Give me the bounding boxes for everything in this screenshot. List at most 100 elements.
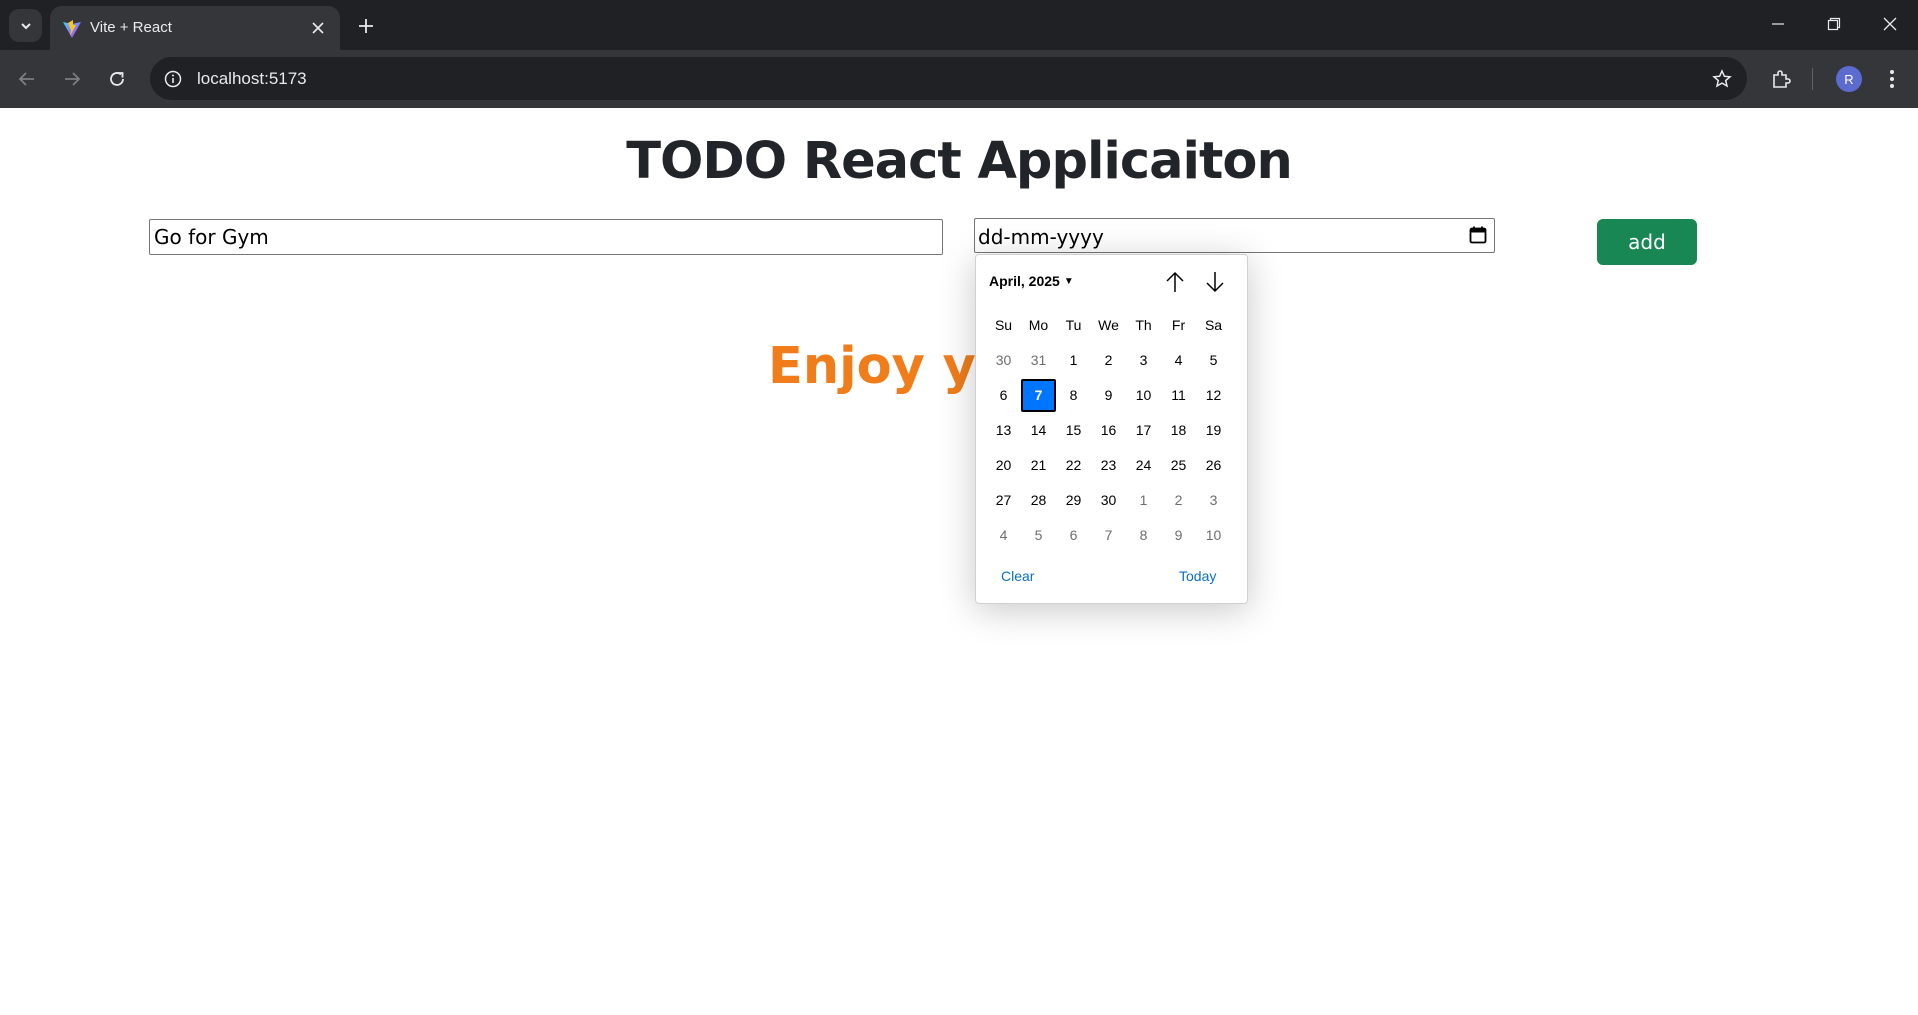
profile-avatar[interactable]: R: [1836, 66, 1862, 92]
close-tab-icon[interactable]: [308, 18, 328, 38]
today-button[interactable]: Today: [1179, 568, 1216, 584]
close-icon: [1883, 17, 1897, 31]
calendar-week-row: 27 28 29 30 1 2 3: [986, 483, 1231, 518]
restore-button[interactable]: [1806, 0, 1862, 48]
tab-search-button[interactable]: [9, 9, 42, 42]
calendar-day[interactable]: 10: [1196, 519, 1231, 552]
plus-icon: [359, 19, 373, 33]
add-button[interactable]: add: [1597, 219, 1697, 265]
calendar-day[interactable]: 6: [986, 379, 1021, 412]
site-info-icon[interactable]: [162, 68, 184, 90]
address-bar[interactable]: localhost:5173: [150, 57, 1747, 100]
calendar-day[interactable]: 27: [986, 484, 1021, 517]
calendar-day[interactable]: 1: [1126, 484, 1161, 517]
weekday-label: Su: [994, 317, 1013, 333]
calendar-week-row: 13 14 15 16 17 18 19: [986, 413, 1231, 448]
calendar-day[interactable]: 2: [1091, 344, 1126, 377]
calendar-day[interactable]: 9: [1161, 519, 1196, 552]
close-window-button[interactable]: [1862, 0, 1918, 48]
calendar-day[interactable]: 3: [1196, 484, 1231, 517]
minimize-button[interactable]: [1750, 0, 1806, 48]
calendar-day[interactable]: 3: [1126, 344, 1161, 377]
calendar-grid: Su Mo Tu We Th Fr Sa 30 31 1 2 3 4 5 6 7 8 9 10 11 12 13 14 15…: [986, 315, 1231, 553]
month-year-label: April, 2025: [989, 273, 1060, 289]
calendar-day[interactable]: 20: [986, 449, 1021, 482]
calendar-day[interactable]: 2: [1161, 484, 1196, 517]
date-placeholder: dd-mm-yyyy: [978, 225, 1104, 249]
forward-button[interactable]: [57, 64, 87, 94]
bookmark-star-icon[interactable]: [1711, 68, 1733, 90]
calendar-day[interactable]: 15: [1056, 414, 1091, 447]
calendar-day[interactable]: 8: [1126, 519, 1161, 552]
calendar-day[interactable]: 28: [1021, 484, 1056, 517]
month-year-selector[interactable]: April, 2025 ▼: [989, 273, 1074, 289]
calendar-day[interactable]: 30: [1091, 484, 1126, 517]
calendar-day-selected[interactable]: 7: [1021, 379, 1056, 412]
calendar-day[interactable]: 30: [986, 344, 1021, 377]
calendar-day[interactable]: 10: [1126, 379, 1161, 412]
browser-toolbar: localhost:5173: [0, 50, 1918, 108]
vite-logo-icon: [63, 20, 81, 38]
calendar-day[interactable]: 18: [1161, 414, 1196, 447]
calendar-day[interactable]: 19: [1196, 414, 1231, 447]
arrow-up-icon: [1166, 271, 1184, 292]
browser-tab[interactable]: Vite + React: [50, 6, 340, 50]
browser-titlebar: Vite + React: [0, 0, 1918, 50]
calendar-day[interactable]: 21: [1021, 449, 1056, 482]
extensions-button[interactable]: [1766, 64, 1796, 94]
calendar-day[interactable]: 23: [1091, 449, 1126, 482]
restore-icon: [1827, 17, 1841, 31]
calendar-day[interactable]: 22: [1056, 449, 1091, 482]
more-vertical-icon: [1890, 70, 1894, 88]
arrow-right-icon: [65, 72, 81, 86]
calendar-day[interactable]: 31: [1021, 344, 1056, 377]
calendar-week-row: 4 5 6 7 8 9 10: [986, 518, 1231, 553]
calendar-day[interactable]: 9: [1091, 379, 1126, 412]
reload-icon: [110, 72, 124, 86]
weekday-label: Th: [1135, 317, 1152, 333]
calendar-day[interactable]: 5: [1196, 344, 1231, 377]
calendar-week-row: 30 31 1 2 3 4 5: [986, 343, 1231, 378]
url-text: localhost:5173: [197, 69, 307, 88]
next-month-button[interactable]: [1202, 269, 1228, 295]
calendar-day[interactable]: 5: [1021, 519, 1056, 552]
reload-button[interactable]: [102, 64, 132, 94]
calendar-day[interactable]: 16: [1091, 414, 1126, 447]
page-title: TODO React Applicaiton: [626, 132, 1293, 191]
minimize-icon: [1772, 23, 1784, 25]
previous-month-button[interactable]: [1162, 269, 1188, 295]
new-tab-button[interactable]: [352, 12, 380, 40]
weekday-label: Fr: [1171, 317, 1186, 333]
calendar-day[interactable]: 13: [986, 414, 1021, 447]
weekday-label: Sa: [1204, 317, 1223, 333]
calendar-day[interactable]: 4: [1161, 344, 1196, 377]
calendar-day[interactable]: 17: [1126, 414, 1161, 447]
calendar-day[interactable]: 7: [1091, 519, 1126, 552]
calendar-week-row: 6 7 8 9 10 11 12: [986, 378, 1231, 413]
tab-title: Vite + React: [90, 19, 172, 36]
calendar-day[interactable]: 26: [1196, 449, 1231, 482]
toolbar-divider: [1812, 68, 1813, 90]
calendar-day[interactable]: 4: [986, 519, 1021, 552]
calendar-day[interactable]: 29: [1056, 484, 1091, 517]
browser-menu-button[interactable]: [1877, 64, 1907, 94]
calendar-day[interactable]: 6: [1056, 519, 1091, 552]
calendar-day[interactable]: 14: [1021, 414, 1056, 447]
date-picker-popup: April, 2025 ▼ Su Mo Tu We Th Fr Sa 30 31 1 2 3 4 5 6 7…: [975, 254, 1248, 604]
puzzle-icon: [1773, 70, 1791, 88]
calendar-day[interactable]: 12: [1196, 379, 1231, 412]
calendar-day[interactable]: 8: [1056, 379, 1091, 412]
calendar-day[interactable]: 25: [1161, 449, 1196, 482]
calendar-day[interactable]: 24: [1126, 449, 1161, 482]
back-button[interactable]: [12, 64, 42, 94]
todo-date-input[interactable]: dd-mm-yyyy: [974, 218, 1495, 253]
todo-name-input[interactable]: [149, 219, 943, 255]
calendar-day[interactable]: 11: [1161, 379, 1196, 412]
calendar-icon[interactable]: [1468, 225, 1488, 245]
caret-down-icon: ▼: [1063, 275, 1074, 287]
calendar-week-row: 20 21 22 23 24 25 26: [986, 448, 1231, 483]
arrow-left-icon: [18, 72, 34, 86]
clear-button[interactable]: Clear: [1001, 568, 1034, 584]
arrow-down-icon: [1206, 272, 1224, 293]
calendar-day[interactable]: 1: [1056, 344, 1091, 377]
